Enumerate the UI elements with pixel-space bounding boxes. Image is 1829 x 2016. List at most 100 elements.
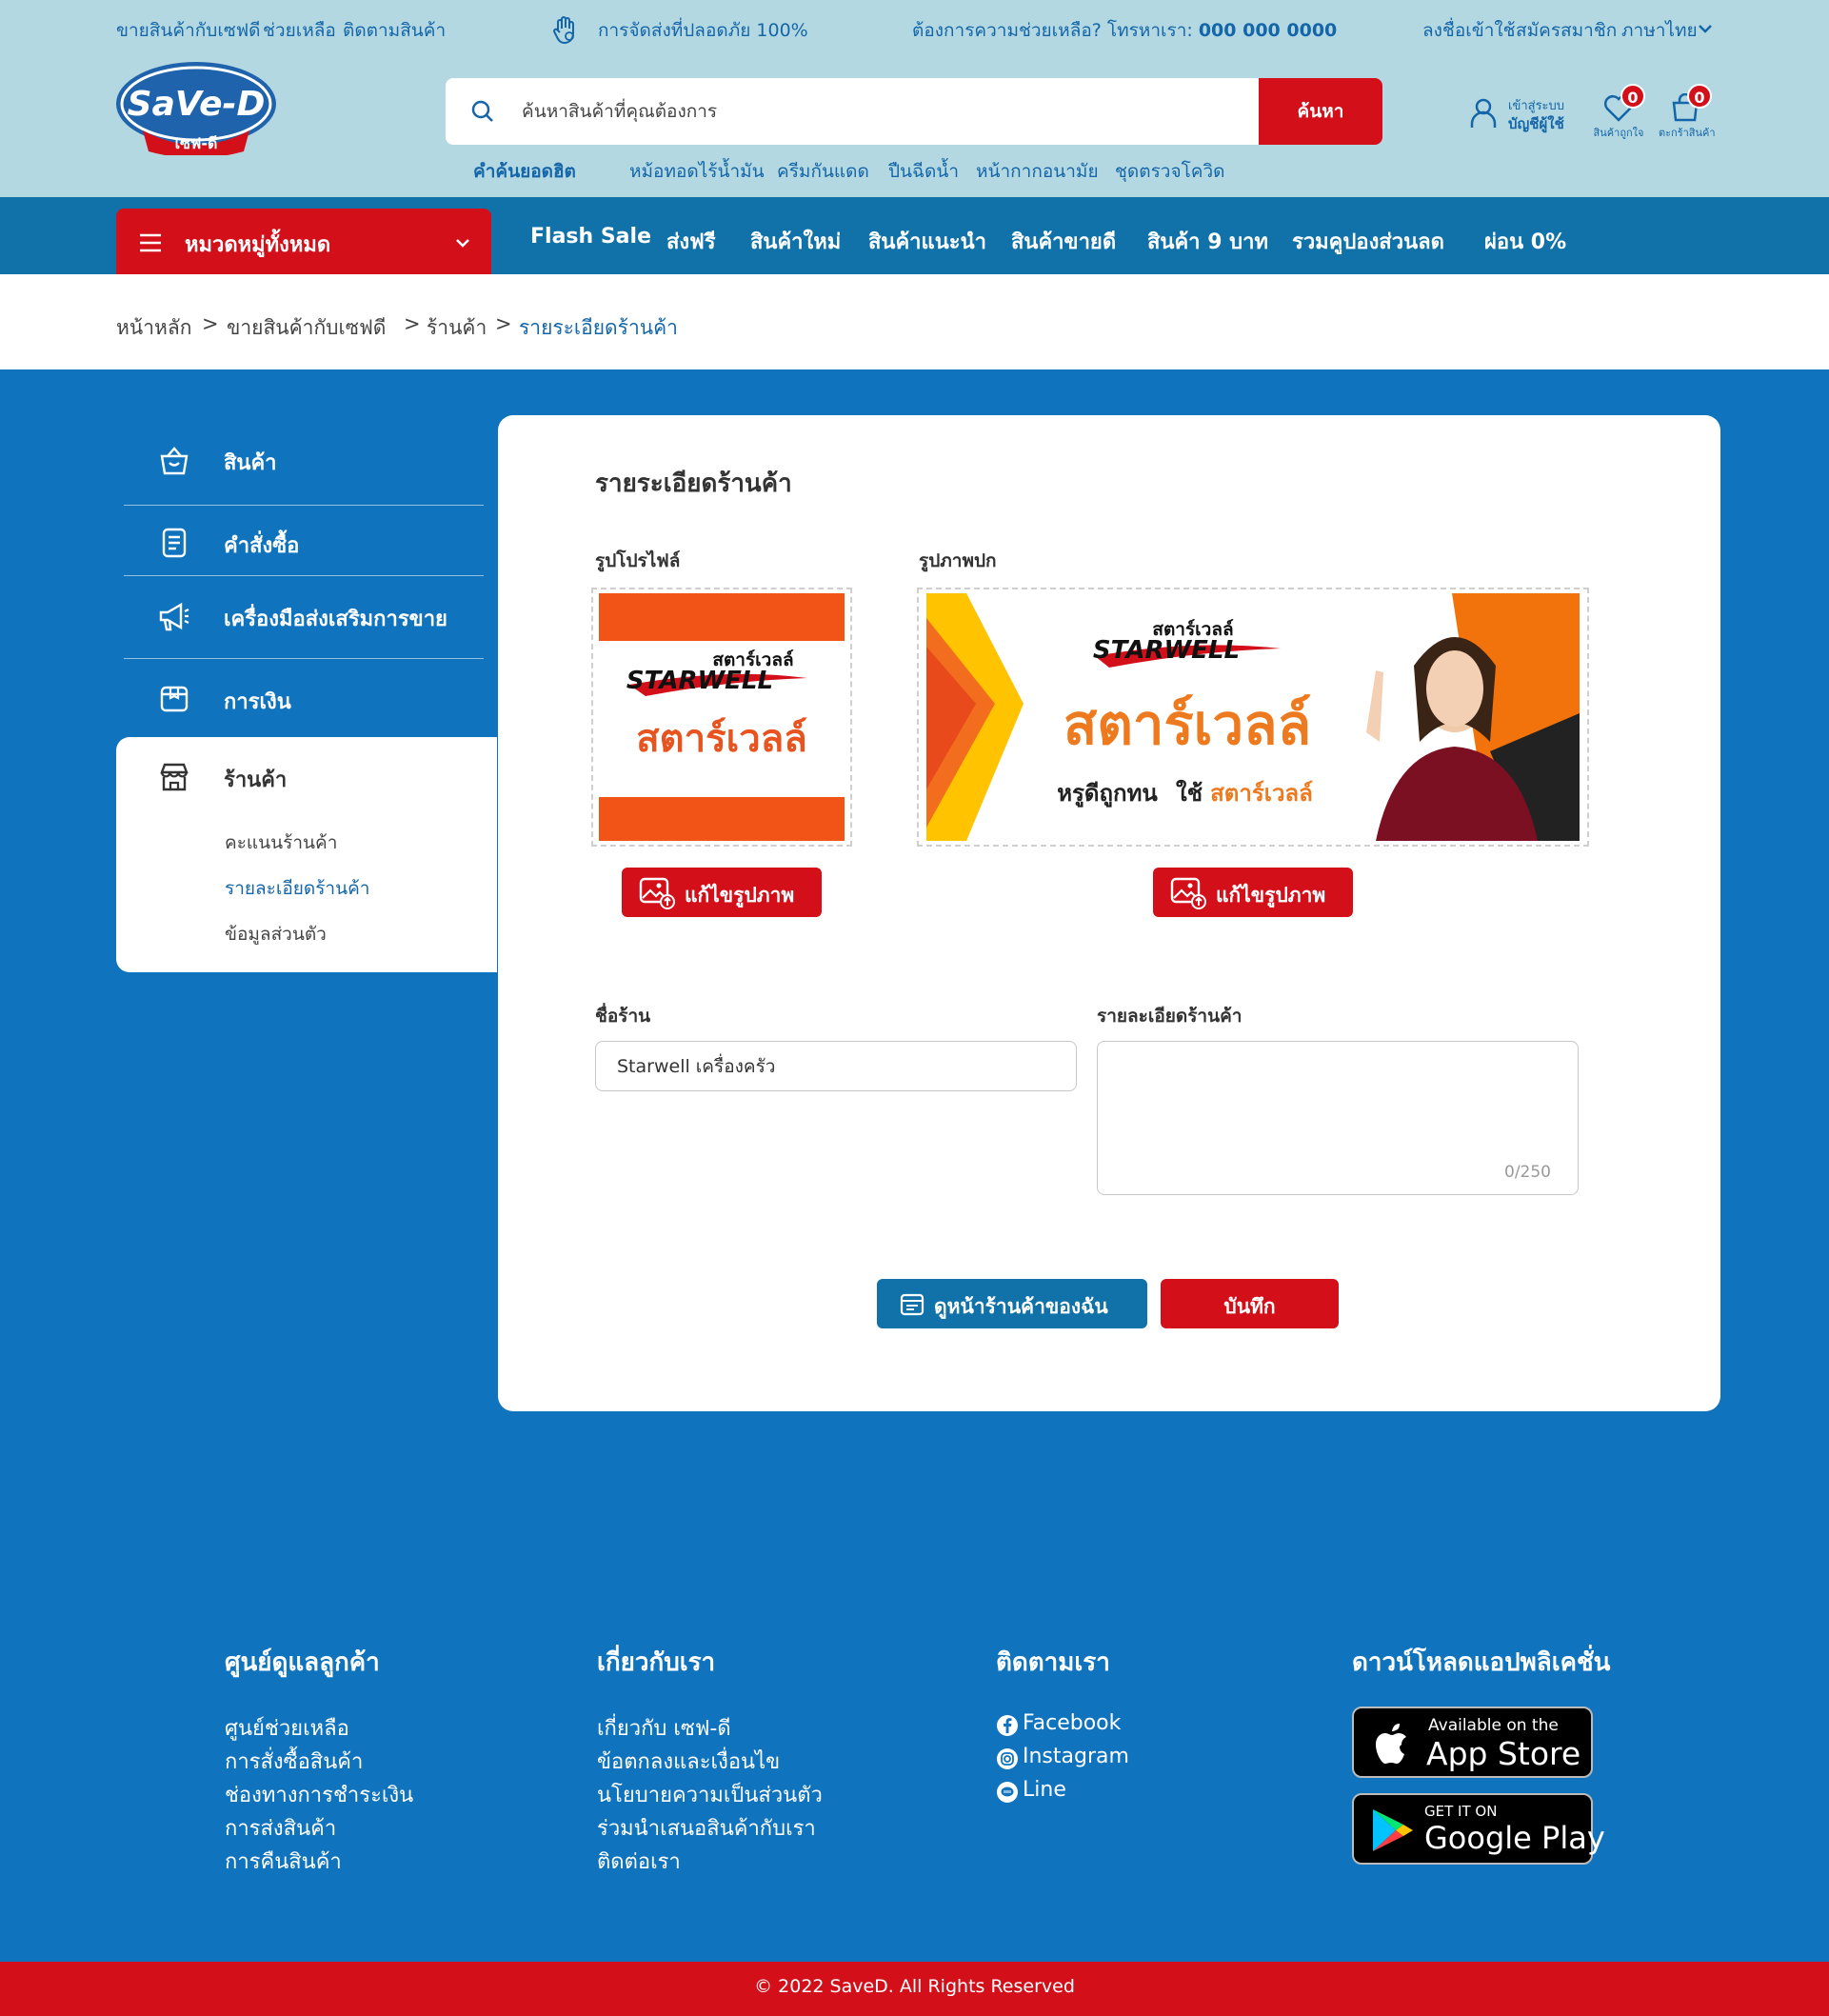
shop-name-field[interactable] [595, 1041, 1077, 1091]
browser-window-icon [900, 1293, 924, 1316]
line-label: Line [1023, 1778, 1066, 1802]
footer-link[interactable]: นโยบายความเป็นส่วนตัว [597, 1778, 823, 1811]
breadcrumb-separator: > [404, 312, 421, 335]
breadcrumb-shop[interactable]: ร้านค้า [427, 312, 487, 344]
save-button[interactable]: บันทึก [1161, 1279, 1339, 1328]
cart-button[interactable]: 0 ตะกร้าสินค้า [1659, 84, 1716, 141]
cover-slogan: หรูดีถูกทน [1057, 780, 1158, 808]
language-select[interactable]: ภาษาไทย [1621, 16, 1698, 45]
cart-label: ตะกร้าสินค้า [1659, 127, 1716, 139]
shop-description-label: รายละเอียดร้านค้า [1097, 1006, 1243, 1027]
link-sell-with-saved[interactable]: ขายสินค้ากับเซฟดี [116, 16, 261, 45]
search-input[interactable] [522, 78, 1188, 145]
footer-link[interactable]: ติดต่อเรา [597, 1845, 681, 1878]
sidebar-subitem-shop-details[interactable]: รายละเอียดร้านค้า [225, 874, 369, 903]
link-sign-in[interactable]: ลงชื่อเข้าใช้ [1422, 16, 1516, 45]
save-button-label: บันทึก [1223, 1295, 1276, 1318]
app-store-small-text: Available on the [1428, 1716, 1559, 1735]
breadcrumb-sell[interactable]: ขายสินค้ากับเซฟดี [227, 312, 386, 344]
footer-link[interactable]: ข้อตกลงและเงื่อนไข [597, 1745, 780, 1778]
footer-link[interactable]: การสั่งซื้อสินค้า [225, 1745, 363, 1778]
sidebar-item-label: การเงิน [224, 690, 291, 714]
sidebar-item-shop[interactable]: ร้านค้า [124, 742, 484, 814]
footer-support-title: ศูนย์ดูแลลูกค้า [225, 1648, 380, 1677]
cart-count-badge: 0 [1687, 84, 1712, 109]
account-link[interactable]: เข้าสู่ระบบ บัญชีผู้ใช้ [1470, 93, 1577, 135]
footer-link[interactable]: ร่วมนำเสนอสินค้ากับเรา [597, 1811, 816, 1845]
hot-search-item[interactable]: หน้ากากอนามัย [976, 157, 1099, 186]
footer-link[interactable]: การคืนสินค้า [225, 1845, 342, 1878]
view-my-shop-button[interactable]: ดูหน้าร้านค้าของฉัน [877, 1279, 1147, 1328]
link-register[interactable]: สมัครสมาชิก [1516, 16, 1617, 45]
view-my-shop-label: ดูหน้าร้านค้าของฉัน [934, 1295, 1108, 1318]
google-play-button[interactable]: GET IT ON Google Play [1352, 1793, 1605, 1865]
wallet-icon [160, 686, 189, 712]
hot-search-item[interactable]: ครีมกันแดด [777, 157, 869, 186]
help-text-label: ต้องการความช่วยเหลือ? โทรหาเรา: [912, 20, 1193, 41]
wishlist-button[interactable]: 0 สินค้าถูกใจ [1592, 84, 1649, 141]
nav-9-baht[interactable]: สินค้า 9 บาท [1147, 225, 1268, 258]
nav-installment[interactable]: ผ่อน 0% [1484, 225, 1566, 258]
breadcrumb-home[interactable]: หน้าหลัก [116, 312, 191, 344]
hot-search-item[interactable]: ปืนฉีดน้ำ [888, 157, 959, 186]
link-help[interactable]: ช่วยเหลือ [263, 16, 336, 45]
document-icon [162, 528, 187, 558]
search-bar: ค้นหา [446, 78, 1382, 145]
profile-image-label: รูปโปรไฟล์ [595, 550, 681, 571]
chevron-down-icon[interactable] [1698, 23, 1713, 34]
breadcrumb-separator: > [202, 312, 219, 335]
link-track-order[interactable]: ติดตามสินค้า [343, 16, 446, 45]
all-categories-button[interactable]: หมวดหมู่ทั้งหมด [116, 209, 491, 274]
edit-cover-image-button[interactable]: แก้ไขรูปภาพ [1153, 868, 1353, 917]
cover-name-th: สตาร์เวลล์ [1064, 692, 1311, 757]
sidebar-item-orders[interactable]: คำสั่งซื้อ [124, 508, 484, 580]
cover-slogan-use: ใช้ [1176, 779, 1203, 807]
instagram-label: Instagram [1023, 1745, 1129, 1768]
chevron-down-icon [456, 239, 469, 248]
app-store-button[interactable]: Available on the App Store [1352, 1707, 1593, 1778]
hot-search-item[interactable]: หม้อทอดไร้น้ำมัน [629, 157, 765, 186]
image-upload-icon [639, 877, 675, 909]
line-link[interactable]: Line [996, 1778, 1186, 1806]
sidebar-item-label: ร้านค้า [224, 768, 288, 792]
sidebar-divider [124, 505, 484, 506]
nav-coupons[interactable]: รวมคูปองส่วนลด [1292, 225, 1444, 258]
footer-link[interactable]: ช่องทางการชำระเงิน [225, 1778, 413, 1811]
nav-new-products[interactable]: สินค้าใหม่ [750, 225, 841, 258]
facebook-link[interactable]: Facebook [996, 1711, 1186, 1740]
search-button[interactable]: ค้นหา [1259, 78, 1382, 145]
nav-best-sellers[interactable]: สินค้าขายดี [1011, 225, 1116, 258]
footer-link[interactable]: การส่งสินค้า [225, 1811, 336, 1845]
breadcrumb-current: รายระเอียดร้านค้า [519, 316, 678, 339]
nav-free-shipping[interactable]: ส่งฟรี [666, 225, 716, 258]
profile-name-th: สตาร์เวลล์ [636, 717, 807, 761]
sidebar-subitem-shop-rating[interactable]: คะแนนร้านค้า [225, 828, 337, 857]
sidebar-item-label: คำสั่งซื้อ [224, 534, 300, 558]
sidebar-item-finance[interactable]: การเงิน [124, 664, 484, 736]
google-play-big-text: Google Play [1424, 1820, 1605, 1856]
apple-icon [1376, 1724, 1406, 1764]
nav-flash-sale[interactable]: Flash Sale [530, 225, 651, 249]
cover-image-label: รูปภาพปก [919, 550, 997, 571]
instagram-icon [997, 1748, 1018, 1769]
cover-image: สตาร์เวลล์ STARWELL สตาร์เวลล์ หรูดีถูกท… [917, 588, 1589, 847]
hot-search-label: คำค้นยอดฮิต [473, 161, 576, 182]
image-upload-icon [1170, 877, 1206, 909]
cover-slogan-brand: สตาร์เวลล์ [1210, 780, 1313, 807]
profile-image: สตาร์เวลล์ STARWELL สตาร์เวลล์ [591, 588, 852, 847]
sidebar-divider [124, 575, 484, 576]
sidebar-item-products[interactable]: สินค้า [124, 425, 484, 497]
footer-link[interactable]: ศูนย์ช่วยเหลือ [225, 1711, 349, 1745]
help-text: ต้องการความช่วยเหลือ? โทรหาเรา: 000 000 … [912, 16, 1337, 45]
nav-recommended[interactable]: สินค้าแนะนำ [868, 225, 986, 258]
logo[interactable]: SaVe-D เซฟ-ดี [114, 60, 278, 158]
footer-app-title: ดาวน์โหลดแอปพลิเคชั่น [1352, 1648, 1611, 1677]
hot-search-item[interactable]: ชุดตรวจโควิด [1115, 157, 1225, 186]
sidebar-subitem-personal-info[interactable]: ข้อมูลส่วนตัว [225, 920, 327, 948]
edit-profile-image-button[interactable]: แก้ไขรูปภาพ [622, 868, 822, 917]
footer-link[interactable]: เกี่ยวกับ เซฟ-ดี [597, 1711, 731, 1745]
menu-icon [140, 233, 161, 252]
instagram-link[interactable]: Instagram [996, 1745, 1186, 1773]
search-icon [471, 100, 493, 122]
sidebar-item-promotion-tools[interactable]: เครื่องมือส่งเสริมการขาย [124, 581, 484, 653]
